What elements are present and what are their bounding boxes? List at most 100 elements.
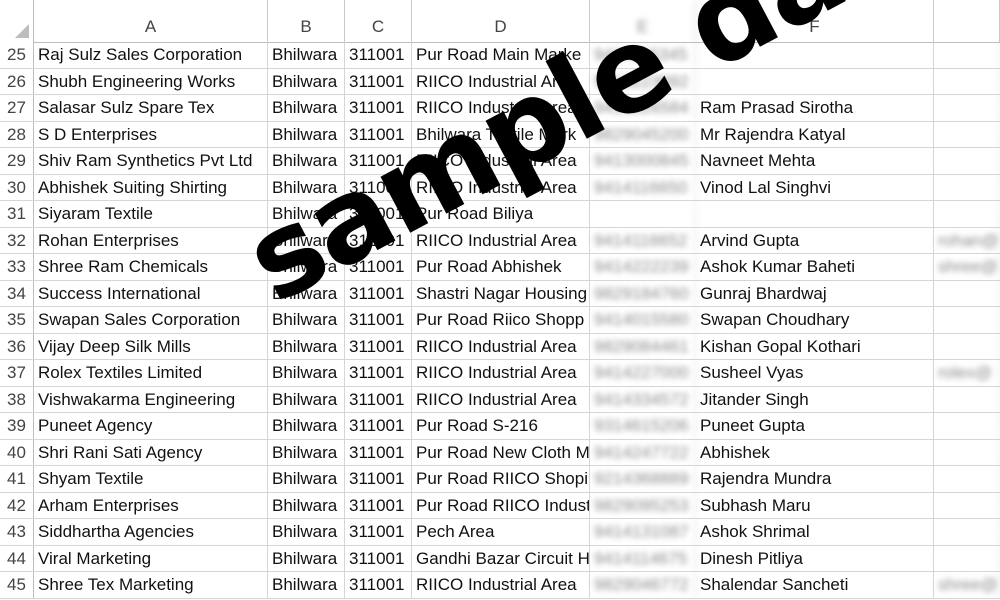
cell-company[interactable]: Puneet Agency [34,413,268,439]
cell-phone[interactable]: 9413000845 [590,148,696,174]
cell-city[interactable]: Bhilwara [268,42,345,68]
cell-city[interactable]: Bhilwara [268,280,345,306]
row-number[interactable]: 34 [0,280,34,306]
cell-city[interactable]: Bhilwara [268,201,345,227]
row-number[interactable]: 45 [0,572,34,598]
cell-email[interactable] [934,545,1000,571]
row-number[interactable]: 44 [0,545,34,571]
cell-address[interactable]: Gandhi Bazar Circuit H [412,545,590,571]
cell-contact-person[interactable]: Abhishek [696,439,934,465]
cell-pincode[interactable]: 311001 [345,439,412,465]
cell-contact-person[interactable]: Kishan Gopal Kothari [696,333,934,359]
cell-address[interactable]: Pur Road Biliya [412,201,590,227]
cell-phone[interactable]: 9414247722 [590,439,696,465]
cell-company[interactable]: Abhishek Suiting Shirting [34,174,268,200]
cell-address[interactable]: RIICO Industrial Area [412,386,590,412]
cell-company[interactable]: Rohan Enterprises [34,227,268,253]
cell-city[interactable]: Bhilwara [268,68,345,94]
cell-company[interactable]: Siyaram Textile [34,201,268,227]
cell-contact-person[interactable]: Ashok Shrimal [696,519,934,545]
cell-phone[interactable]: 9414015580 [590,307,696,333]
cell-city[interactable]: Bhilwara [268,227,345,253]
cell-pincode[interactable]: 311001 [345,68,412,94]
cell-email[interactable] [934,148,1000,174]
cell-city[interactable]: Bhilwara [268,466,345,492]
cell-address[interactable]: RIICO Industrial Area [412,174,590,200]
cell-contact-person[interactable] [696,201,934,227]
cell-city[interactable]: Bhilwara [268,307,345,333]
cell-company[interactable]: Arham Enterprises [34,492,268,518]
cell-phone[interactable]: 9413226584 [590,95,696,121]
cell-pincode[interactable]: 311001 [345,545,412,571]
row-number[interactable]: 40 [0,439,34,465]
cell-pincode[interactable]: 311001 [345,386,412,412]
cell-phone[interactable]: 9414116652 [590,227,696,253]
cell-contact-person[interactable]: Susheel Vyas [696,360,934,386]
cell-pincode[interactable]: 311001 [345,466,412,492]
cell-pincode[interactable]: 311001 [345,280,412,306]
cell-phone[interactable]: 9414116650 [590,174,696,200]
cell-city[interactable]: Bhilwara [268,439,345,465]
cell-company[interactable]: Shree Tex Marketing [34,572,268,598]
cell-address[interactable]: Pech Area [412,519,590,545]
cell-address[interactable]: Pur Road S-216 [412,413,590,439]
row-number[interactable]: 37 [0,360,34,386]
cell-company[interactable]: Shiv Ram Synthetics Pvt Ltd [34,148,268,174]
cell-pincode[interactable]: 311001 [345,121,412,147]
cell-city[interactable]: Bhilwara [268,519,345,545]
cell-city[interactable]: Bhilwara [268,174,345,200]
cell-phone[interactable]: 9414227000 [590,360,696,386]
cell-contact-person[interactable]: Gunraj Bhardwaj [696,280,934,306]
cell-phone[interactable]: 9414334572 [590,386,696,412]
row-number[interactable]: 31 [0,201,34,227]
cell-city[interactable]: Bhilwara [268,492,345,518]
cell-pincode[interactable]: 311001 [345,148,412,174]
cell-contact-person[interactable]: Dinesh Pitliya [696,545,934,571]
row-number[interactable]: 41 [0,466,34,492]
column-header-e[interactable]: E [590,0,696,42]
cell-contact-person[interactable]: Jitander Singh [696,386,934,412]
cell-phone[interactable]: 9414115345 [590,42,696,68]
cell-email[interactable] [934,307,1000,333]
cell-phone[interactable]: 9314615206 [590,413,696,439]
cell-email[interactable] [934,413,1000,439]
cell-address[interactable]: Pur Road RIICO Indust [412,492,590,518]
cell-pincode[interactable]: 311001 [345,413,412,439]
cell-address[interactable]: Pur Road Main Marke [412,42,590,68]
cell-phone[interactable]: 9829084461 [590,333,696,359]
cell-city[interactable]: Bhilwara [268,360,345,386]
cell-pincode[interactable]: 311001 [345,307,412,333]
cell-phone[interactable] [590,201,696,227]
cell-address[interactable]: RIICO Industrial Area [412,95,590,121]
cell-phone[interactable]: 9214368889 [590,466,696,492]
cell-company[interactable]: Salasar Sulz Spare Tex [34,95,268,121]
cell-email[interactable] [934,386,1000,412]
cell-phone[interactable]: 9829184760 [590,280,696,306]
cell-address[interactable]: Pur Road Abhishek [412,254,590,280]
cell-contact-person[interactable]: Puneet Gupta [696,413,934,439]
row-number[interactable]: 35 [0,307,34,333]
cell-email[interactable] [934,280,1000,306]
cell-email[interactable] [934,121,1000,147]
column-header-c[interactable]: C [345,0,412,42]
cell-address[interactable]: RIICO Industrial Area [412,572,590,598]
cell-pincode[interactable]: 311001 [345,174,412,200]
cell-company[interactable]: Vishwakarma Engineering [34,386,268,412]
cell-company[interactable]: Vijay Deep Silk Mills [34,333,268,359]
select-all-corner[interactable] [0,0,34,42]
cell-email[interactable] [934,492,1000,518]
cell-email[interactable] [934,519,1000,545]
cell-contact-person[interactable]: Swapan Choudhary [696,307,934,333]
cell-phone[interactable]: 9414131087 [590,519,696,545]
cell-email[interactable] [934,201,1000,227]
cell-pincode[interactable]: 311001 [345,254,412,280]
cell-address[interactable]: Pur Road RIICO Shopi [412,466,590,492]
cell-address[interactable]: Pur Road New Cloth M [412,439,590,465]
cell-pincode[interactable]: 311001 [345,572,412,598]
cell-city[interactable]: Bhilwara [268,148,345,174]
cell-address[interactable]: Bhilwara Textile Mark [412,121,590,147]
row-number[interactable]: 38 [0,386,34,412]
column-header-g[interactable] [934,0,1000,42]
row-number[interactable]: 43 [0,519,34,545]
column-header-a[interactable]: A [34,0,268,42]
